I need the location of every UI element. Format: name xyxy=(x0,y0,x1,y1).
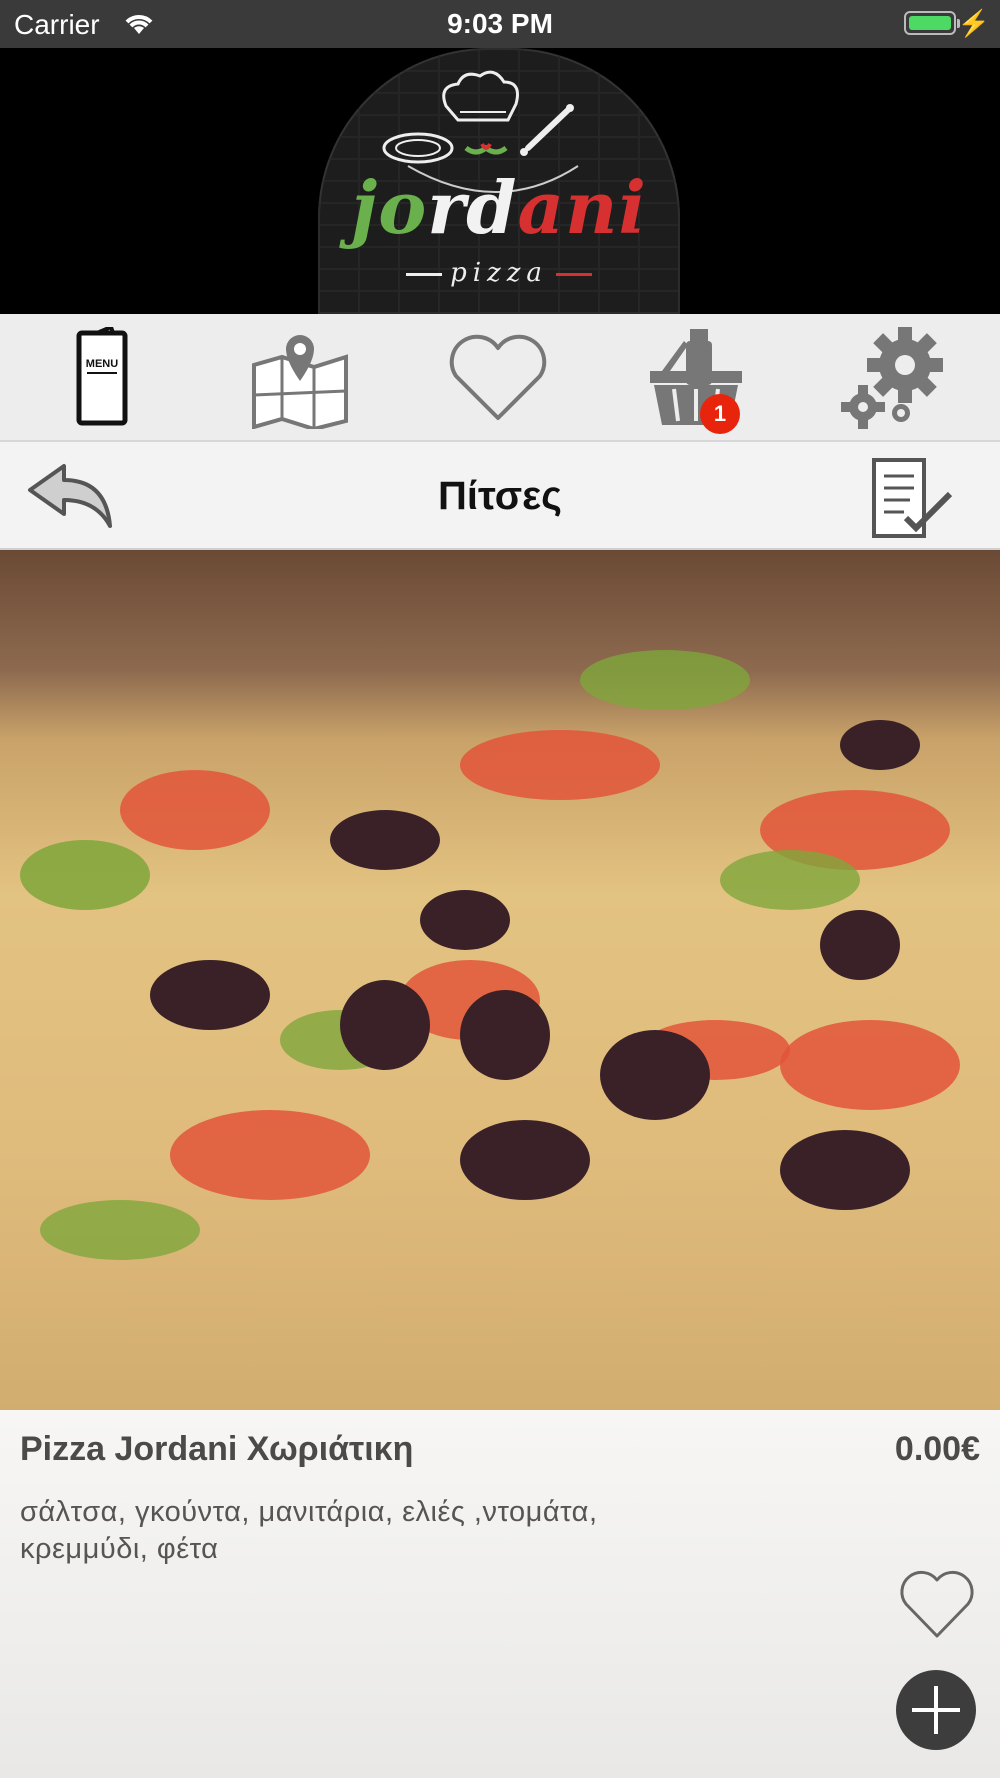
product-details: Pizza Jordani Χωριάτικη 0.00€ σάλτσα, γκ… xyxy=(0,1410,1000,1778)
svg-text:MENU: MENU xyxy=(86,358,118,370)
status-bar: Carrier 9:03 PM ⚡ xyxy=(0,0,1000,48)
product-name: Pizza Jordani Χωριάτικη xyxy=(20,1430,414,1468)
heart-outline-icon xyxy=(900,1570,974,1638)
charging-icon: ⚡ xyxy=(957,8,990,38)
map-icon xyxy=(252,335,348,429)
nav-map-button[interactable] xyxy=(240,324,360,430)
battery-icon xyxy=(904,11,956,35)
nav-favorites-button[interactable] xyxy=(438,324,558,430)
logo-subtitle: pizza xyxy=(318,258,680,288)
jordani-logo: jordani pizza xyxy=(318,48,680,314)
product-price: 0.00€ xyxy=(894,1430,980,1468)
menu-icon: MENU xyxy=(76,327,128,426)
cart-count-badge: 1 xyxy=(700,394,740,434)
nav-menu-button[interactable]: MENU xyxy=(42,324,162,430)
add-to-cart-button[interactable] xyxy=(896,1670,976,1750)
add-to-favorites-button[interactable] xyxy=(898,1568,976,1640)
heart-icon xyxy=(449,334,547,420)
main-nav-bar: MENU xyxy=(0,314,1000,442)
product-description: σάλτσα, γκούντα, μανιτάρια, ελιές ,ντομά… xyxy=(20,1496,598,1565)
order-notes-button[interactable] xyxy=(866,456,956,538)
nav-settings-button[interactable] xyxy=(834,324,954,430)
logo-wordmark: jordani xyxy=(351,165,647,250)
clock: 9:03 PM xyxy=(447,8,553,39)
product-photo xyxy=(0,550,1000,1410)
category-title-bar: Πίτσες xyxy=(0,442,1000,550)
checklist-icon xyxy=(872,458,953,538)
plus-icon xyxy=(912,1686,960,1734)
gears-icon xyxy=(841,327,943,429)
page-title: Πίτσες xyxy=(438,474,562,518)
app-header: jordani pizza xyxy=(0,48,1000,314)
